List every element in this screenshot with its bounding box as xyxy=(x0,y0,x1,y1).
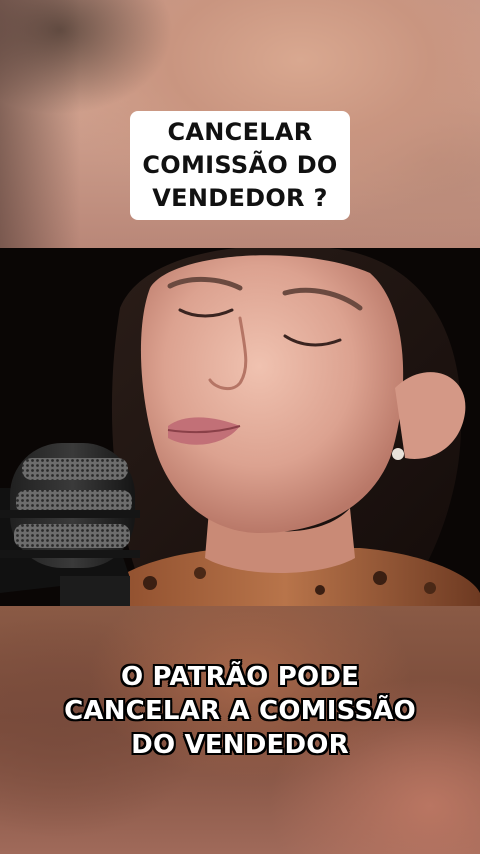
microphone-icon xyxy=(0,443,140,606)
title-text: CANCELAR COMISSÃO DO VENDEDOR ? xyxy=(142,118,338,212)
video-still xyxy=(0,248,480,606)
video-frame: CANCELAR COMISSÃO DO VENDEDOR ? O PATRÃO… xyxy=(0,0,480,854)
video-player[interactable] xyxy=(0,248,480,606)
title-card: CANCELAR COMISSÃO DO VENDEDOR ? xyxy=(130,111,350,220)
caption-text: O PATRÃO PODE CANCELAR A COMISSÃO DO VEN… xyxy=(64,662,416,760)
